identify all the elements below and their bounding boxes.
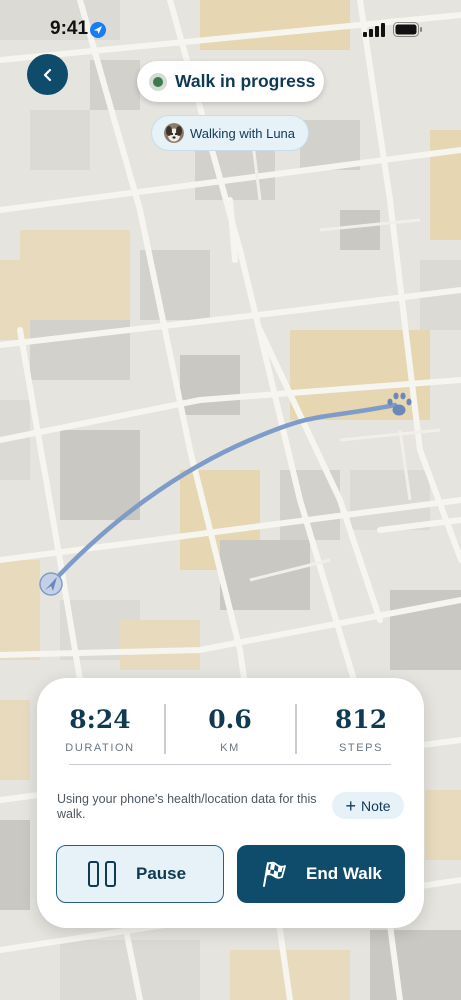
add-note-button[interactable]: + Note	[332, 792, 404, 819]
walk-status-label: Walk in progress	[175, 71, 316, 91]
dog-avatar	[164, 123, 184, 143]
companion-pill[interactable]: Walking with Luna	[151, 115, 309, 151]
navigation-arrow-icon	[39, 572, 63, 596]
stats-divider	[69, 764, 391, 766]
pause-button[interactable]: Pause	[56, 845, 224, 903]
status-indicator-dot	[149, 72, 167, 91]
cellular-signal-icon	[363, 22, 385, 37]
distance-value: 0.6	[208, 705, 252, 734]
companion-label: Walking with Luna	[190, 125, 296, 141]
status-bar: 9:41	[0, 0, 461, 58]
end-walk-button[interactable]: End Walk	[237, 845, 405, 903]
end-walk-button-label: End Walk	[306, 864, 382, 883]
duration-value: 8:24	[69, 705, 131, 734]
health-data-notice: Using your phone's health/location data …	[57, 792, 317, 821]
duration-label: DURATION	[65, 742, 135, 754]
stat-duration: 8:24 DURATION	[36, 700, 164, 754]
distance-label: KM	[220, 742, 240, 754]
pause-button-label: Pause	[136, 864, 187, 883]
walk-stats-card: 8:24 DURATION 0.6 KM 812 STEPS Using you…	[37, 678, 424, 928]
plus-icon: +	[345, 795, 356, 816]
back-button[interactable]	[27, 54, 68, 95]
note-button-label: Note	[360, 797, 391, 814]
steps-value: 812	[334, 705, 388, 734]
chevron-left-icon	[43, 68, 51, 81]
stat-steps: 812 STEPS	[297, 700, 425, 754]
location-arrow-icon	[90, 22, 106, 38]
stat-distance: 0.6 KM	[166, 700, 294, 754]
pause-icon	[88, 861, 116, 887]
status-time: 9:41	[50, 18, 89, 39]
battery-icon	[393, 22, 422, 37]
walk-status-pill: Walk in progress	[137, 61, 324, 102]
checkered-flag-icon	[263, 861, 286, 887]
steps-label: STEPS	[338, 742, 384, 754]
